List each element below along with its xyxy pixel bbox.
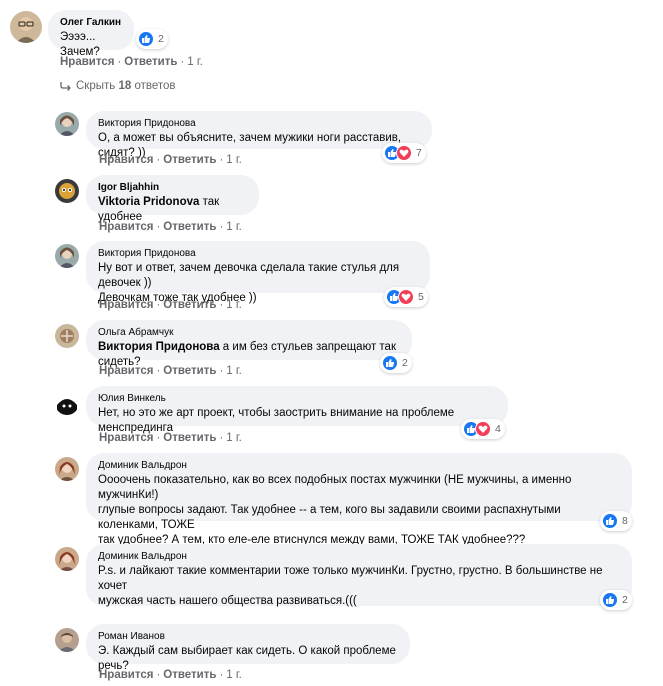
avatar-igor[interactable] bbox=[55, 179, 79, 203]
heart-icon bbox=[398, 289, 414, 305]
reaction-summary[interactable]: 4 bbox=[461, 419, 505, 439]
reply-arrow-icon bbox=[60, 81, 71, 91]
comment-text: Оооочень показательно, как во всех подоб… bbox=[98, 474, 572, 501]
reply-link[interactable]: Ответить bbox=[124, 56, 177, 68]
comment-actions: Нравится · Ответить · 1 г. bbox=[99, 669, 242, 681]
like-link[interactable]: Нравится bbox=[99, 221, 153, 233]
avatar-dominik[interactable] bbox=[55, 457, 79, 481]
reaction-count: 7 bbox=[416, 147, 422, 159]
like-link[interactable]: Нравится bbox=[99, 365, 153, 377]
comment-author[interactable]: Виктория Придонова bbox=[98, 117, 420, 131]
avatar-yulia[interactable] bbox=[55, 391, 79, 415]
heart-icon bbox=[396, 145, 412, 161]
comment-text: P.s. и лайкают такие комментарии тоже то… bbox=[98, 565, 603, 592]
comment-author[interactable]: Роман Иванов bbox=[98, 630, 398, 644]
like-link[interactable]: Нравится bbox=[99, 299, 153, 311]
avatar-oleg[interactable] bbox=[10, 11, 42, 43]
comment-author[interactable]: Юлия Винкель bbox=[98, 392, 496, 406]
timestamp[interactable]: 1 г. bbox=[226, 299, 242, 311]
timestamp[interactable]: 1 г. bbox=[226, 221, 242, 233]
comment-actions: Нравится · Ответить · 1 г. bbox=[99, 299, 242, 311]
reply-link[interactable]: Ответить bbox=[163, 365, 216, 377]
reaction-summary[interactable]: 2 bbox=[136, 29, 168, 49]
avatar-roman[interactable] bbox=[55, 628, 79, 652]
reaction-summary[interactable]: 8 bbox=[600, 511, 632, 531]
like-icon bbox=[382, 355, 398, 371]
heart-icon bbox=[475, 421, 491, 437]
like-link[interactable]: Нравится bbox=[99, 432, 153, 444]
comment-bubble: Доминик Вальдрон Оооочень показательно, … bbox=[86, 453, 632, 546]
comment-author[interactable]: Доминик Вальдрон bbox=[98, 459, 620, 473]
reaction-count: 2 bbox=[402, 357, 408, 369]
reply-link[interactable]: Ответить bbox=[163, 154, 216, 166]
reaction-summary[interactable]: 5 bbox=[384, 287, 428, 307]
timestamp[interactable]: 1 г. bbox=[226, 365, 242, 377]
avatar-olga[interactable] bbox=[55, 324, 79, 348]
reaction-count: 8 bbox=[622, 515, 628, 527]
comment-bubble: Роман Иванов Э. Каждый сам выбирает как … bbox=[86, 624, 410, 672]
comment-author[interactable]: Igor Bljahhin bbox=[98, 181, 247, 195]
reply-link[interactable]: Ответить bbox=[163, 432, 216, 444]
comment-actions: Нравится · Ответить · 1 г. bbox=[99, 154, 242, 166]
timestamp[interactable]: 1 г. bbox=[187, 56, 203, 68]
hide-replies-toggle[interactable]: Скрыть 18 ответов bbox=[60, 80, 176, 92]
like-link[interactable]: Нравится bbox=[99, 669, 153, 681]
reaction-summary[interactable]: 7 bbox=[382, 143, 426, 163]
timestamp[interactable]: 1 г. bbox=[226, 669, 242, 681]
like-icon bbox=[138, 31, 154, 47]
like-icon bbox=[602, 592, 618, 608]
reaction-count: 4 bbox=[495, 423, 501, 435]
comment-author[interactable]: Ольга Абрамчук bbox=[98, 326, 400, 340]
timestamp[interactable]: 1 г. bbox=[226, 154, 242, 166]
reaction-count: 2 bbox=[158, 33, 164, 45]
reply-link[interactable]: Ответить bbox=[163, 669, 216, 681]
comment-actions: Нравится · Ответить · 1 г. bbox=[60, 56, 203, 68]
reaction-count: 5 bbox=[418, 291, 424, 303]
hide-count: 18 bbox=[118, 80, 132, 92]
avatar-dominik[interactable] bbox=[55, 547, 79, 571]
avatar-viktoria[interactable] bbox=[55, 244, 79, 268]
comment-bubble: Юлия Винкель Нет, но это же арт проект, … bbox=[86, 386, 508, 434]
comment-bubble: Виктория Придонова Ну вот и ответ, зачем… bbox=[86, 241, 430, 304]
hide-suffix: ответов bbox=[134, 80, 176, 92]
comment-bubble: Виктория Придонова О, а может вы объясни… bbox=[86, 111, 432, 159]
comment-author[interactable]: Виктория Придонова bbox=[98, 247, 418, 261]
comment-text: глупые вопросы задают. Так удобнее -- а … bbox=[98, 504, 561, 531]
mention-link[interactable]: Viktoria Pridonova bbox=[98, 196, 199, 208]
comment-bubble: Доминик Вальдрон P.s. и лайкают такие ко… bbox=[86, 544, 632, 607]
comment-bubble: Ольга Абрамчук Виктория Придонова а им б… bbox=[86, 320, 412, 368]
comment-text: мужская часть нашего общества развиватьс… bbox=[98, 595, 357, 607]
hide-label: Скрыть bbox=[76, 80, 116, 92]
avatar-viktoria[interactable] bbox=[55, 112, 79, 136]
reply-link[interactable]: Ответить bbox=[163, 221, 216, 233]
comment-bubble: Igor Bljahhin Viktoria Pridonova так удо… bbox=[86, 175, 259, 223]
comment-author[interactable]: Доминик Вальдрон bbox=[98, 550, 620, 564]
comment-bubble: Олег Галкин Ээээ... Зачем? bbox=[48, 10, 134, 58]
mention-link[interactable]: Виктория Придонова bbox=[98, 341, 220, 353]
like-link[interactable]: Нравится bbox=[60, 56, 114, 68]
comment-actions: Нравится · Ответить · 1 г. bbox=[99, 365, 242, 377]
comment-actions: Нравится · Ответить · 1 г. bbox=[99, 432, 242, 444]
comment-author[interactable]: Олег Галкин bbox=[60, 16, 122, 30]
reply-link[interactable]: Ответить bbox=[163, 299, 216, 311]
comment-text: Ну вот и ответ, зачем девочка сделала та… bbox=[98, 262, 400, 289]
reaction-summary[interactable]: 2 bbox=[380, 353, 412, 373]
comment-actions: Нравится · Ответить · 1 г. bbox=[99, 221, 242, 233]
like-link[interactable]: Нравится bbox=[99, 154, 153, 166]
reaction-count: 2 bbox=[622, 594, 628, 606]
reaction-summary[interactable]: 2 bbox=[600, 590, 632, 610]
like-icon bbox=[602, 513, 618, 529]
timestamp[interactable]: 1 г. bbox=[226, 432, 242, 444]
